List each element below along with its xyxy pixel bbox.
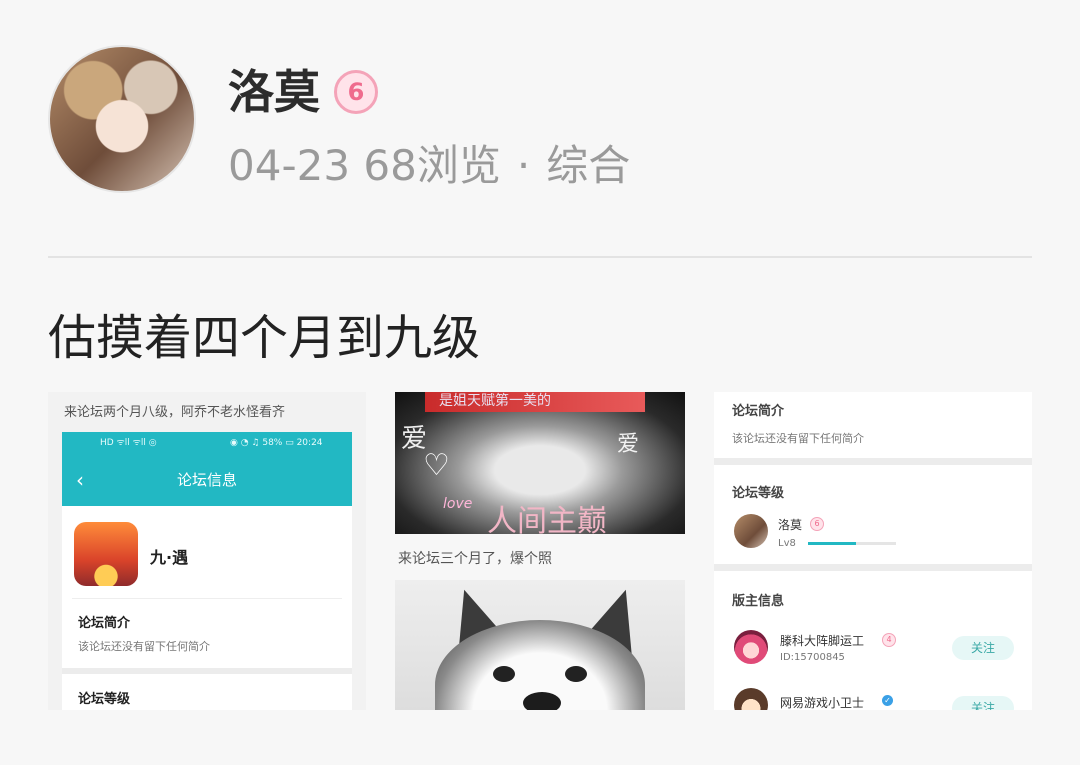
follow-button[interactable]: 关注 bbox=[952, 636, 1014, 660]
meta-separator: · bbox=[516, 141, 531, 190]
post-category[interactable]: 综合 bbox=[546, 141, 630, 190]
author-avatar[interactable] bbox=[48, 45, 196, 193]
meme-top-text: 是姐天赋第一美的 bbox=[439, 393, 551, 409]
section-gap bbox=[714, 458, 1032, 465]
level-progress-bar bbox=[808, 542, 896, 545]
mod-avatar bbox=[734, 630, 768, 664]
screen-title: 论坛信息 bbox=[176, 471, 237, 489]
user-avatar bbox=[734, 514, 768, 548]
image-caption: 来论坛两个月八级，阿乔不老水怪看齐 bbox=[64, 405, 286, 420]
post-image-1[interactable]: 来论坛两个月八级，阿乔不老水怪看齐 HD ᯤll ᯤll ◎ ◉ ◔ ♫ 58%… bbox=[48, 392, 366, 710]
post-views: 68浏览 bbox=[363, 141, 501, 190]
post-meta: 04-23 68浏览 · 综合 bbox=[228, 138, 630, 194]
mod-level-badge: 4 bbox=[882, 633, 896, 647]
post-image-3[interactable] bbox=[395, 580, 685, 710]
mod-name: 网易游戏小卫士 bbox=[780, 696, 865, 710]
status-left-icons: HD ᯤll ᯤll ◎ bbox=[100, 438, 157, 448]
meme-bottom-text: 人间主巅 bbox=[487, 504, 607, 534]
level-progress-fill bbox=[808, 542, 857, 545]
level-heading: 论坛等级 bbox=[78, 692, 131, 707]
user-name: 洛莫 bbox=[778, 518, 803, 532]
screen-title-bar: ‹ 论坛信息 bbox=[62, 454, 352, 506]
level-heading: 论坛等级 bbox=[732, 486, 785, 501]
post-date: 04-23 bbox=[228, 141, 351, 190]
back-arrow-icon: ‹ bbox=[76, 468, 84, 492]
mod-heading: 版主信息 bbox=[732, 594, 785, 609]
user-level: Lv8 bbox=[778, 538, 796, 549]
game-name: 九·遇 bbox=[150, 548, 189, 567]
header-divider bbox=[48, 256, 1032, 258]
intro-heading: 论坛简介 bbox=[78, 616, 131, 631]
post-image-2[interactable]: 是姐天赋第一美的 爱 爱 ♡ love 人间主巅 bbox=[395, 392, 685, 534]
intro-heading: 论坛简介 bbox=[732, 404, 785, 419]
author-name[interactable]: 洛莫 bbox=[228, 60, 320, 124]
follow-button[interactable]: 关注 bbox=[952, 696, 1014, 710]
intro-text: 该论坛还没有留下任何简介 bbox=[732, 432, 864, 445]
phone-status-bar: HD ᯤll ᯤll ◎ ◉ ◔ ♫ 58% ▭ 20:24 bbox=[62, 432, 352, 454]
divider bbox=[72, 598, 342, 599]
dog-eye bbox=[565, 666, 587, 682]
forum-info-card: 九·遇 论坛简介 该论坛还没有留下任何简介 论坛等级 bbox=[62, 506, 352, 710]
mod-avatar bbox=[734, 688, 768, 710]
user-level-badge: 6 bbox=[810, 517, 824, 531]
meme-love-right: 爱 bbox=[617, 432, 640, 457]
dog-eye bbox=[493, 666, 515, 682]
post-image-4[interactable]: 论坛简介 该论坛还没有留下任何简介 论坛等级 洛莫 6 Lv8 版主信息 滕科大… bbox=[714, 392, 1032, 710]
mod-id: ID:15700845 bbox=[780, 652, 845, 663]
section-gap bbox=[714, 564, 1032, 571]
meme-love-en: love bbox=[443, 496, 473, 512]
heart-icon: ♡ bbox=[423, 448, 450, 483]
post-title: 估摸着四个月到九级 bbox=[48, 310, 481, 366]
level-badge: 6 bbox=[334, 70, 378, 114]
status-right-icons: ◉ ◔ ♫ 58% ▭ 20:24 bbox=[230, 438, 323, 448]
section-gap bbox=[62, 668, 352, 674]
dog-nose bbox=[523, 692, 561, 710]
image-caption: 来论坛三个月了，爆个照 bbox=[398, 551, 552, 567]
game-icon bbox=[74, 522, 138, 586]
intro-text: 该论坛还没有留下任何简介 bbox=[78, 640, 210, 653]
mod-name: 滕科大阵脚运工 bbox=[780, 634, 865, 648]
verified-icon: ✓ bbox=[882, 695, 893, 706]
